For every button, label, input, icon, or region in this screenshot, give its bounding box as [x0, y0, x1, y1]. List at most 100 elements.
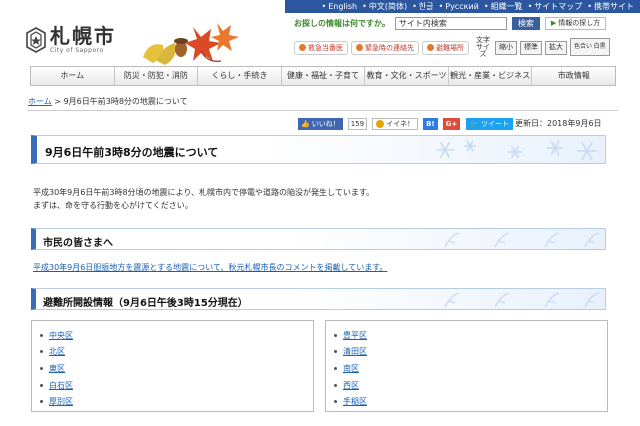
- lang-chinese-link[interactable]: 中文(简体): [362, 1, 407, 12]
- nav-living-procedures[interactable]: くらし・手続き: [198, 67, 282, 85]
- bullet-icon: [40, 400, 43, 404]
- arrow-right-icon: ▶: [550, 19, 557, 27]
- nav-health-welfare[interactable]: 健康・福祉・子育て: [282, 67, 366, 85]
- updated-date: 更新日：2018年9月6日: [515, 119, 602, 128]
- color-contrast-button[interactable]: 色合い 白黒: [570, 37, 610, 56]
- quick-buttons: 救急当番医 緊急時の連絡先 避難場所 文字サイズ 縮小 標準 拡大 色合い 白黒: [294, 37, 610, 58]
- nav-home[interactable]: ホーム: [31, 67, 115, 85]
- emergency-contact-button[interactable]: 緊急時の連絡先: [351, 40, 419, 55]
- emergency-doctor-button[interactable]: 救急当番医: [294, 40, 348, 55]
- intro-line-1: 平成30年9月6日午前3時8分頃の地震により、札幌市内で停電や道路の陥没が発生し…: [33, 188, 375, 197]
- nav-education-culture[interactable]: 教育・文化・スポーツ: [365, 67, 449, 85]
- site-header: 札幌市 City of Sapporo お探しの情報は何ですか。 サイト内検索 …: [0, 13, 640, 66]
- search-area: お探しの情報は何ですか。 サイト内検索 検索 ▶ 情報の探し方: [294, 17, 607, 30]
- nav-disaster-prevention[interactable]: 防災・防犯・消防: [115, 67, 199, 85]
- citizens-heading: 市民の皆さまへ: [43, 238, 113, 249]
- mixi-iine-button[interactable]: イイネ！: [372, 118, 419, 130]
- organization-list-link[interactable]: 組織一覧: [484, 1, 523, 12]
- text-shrink-button[interactable]: 縮小: [495, 40, 517, 55]
- list-item: 白石区: [40, 377, 73, 394]
- list-item: 中央区: [40, 327, 73, 344]
- list-item: 南区: [334, 360, 367, 377]
- language-bar: English 中文(简体) 한글 Русский 組織一覧 サイトマップ 携帯…: [0, 0, 640, 13]
- google-plus-button[interactable]: G+: [442, 118, 461, 130]
- mixi-iine-label: イイネ！: [386, 120, 415, 128]
- emergency-contact-icon: [356, 44, 363, 51]
- tweet-label: ツイート: [480, 120, 509, 128]
- sitemap-link[interactable]: サイトマップ: [528, 1, 582, 12]
- bullet-icon: [334, 383, 337, 387]
- language-links: English 中文(简体) 한글 Русский 組織一覧 サイトマップ 携帯…: [322, 1, 634, 12]
- bullet-icon: [40, 383, 43, 387]
- ward-link-shiroishi[interactable]: 白石区: [49, 380, 73, 391]
- emergency-doctor-icon: [299, 44, 306, 51]
- ward-link-atsubetsu[interactable]: 厚別区: [49, 396, 73, 407]
- autumn-leaves-icon: [143, 23, 239, 65]
- facebook-like-button[interactable]: 👍 いいね！: [298, 118, 343, 130]
- search-input[interactable]: サイト内検索: [394, 17, 507, 30]
- ward-link-minami[interactable]: 南区: [343, 363, 359, 374]
- text-standard-button[interactable]: 標準: [520, 40, 542, 55]
- text-enlarge-button[interactable]: 拡大: [545, 40, 567, 55]
- emergency-contact-label: 緊急時の連絡先: [365, 43, 414, 52]
- ward-link-higashi[interactable]: 東区: [49, 363, 65, 374]
- search-label: お探しの情報は何ですか。: [294, 19, 390, 28]
- search-button[interactable]: 検索: [511, 17, 540, 30]
- bullet-icon: [334, 333, 337, 337]
- global-nav: ホーム 防災・防犯・消防 くらし・手続き 健康・福祉・子育て 教育・文化・スポー…: [30, 66, 616, 86]
- thumbs-up-icon: 👍: [301, 120, 310, 128]
- bullet-icon: [40, 366, 43, 370]
- page-title-box: 9月6日午前3時8分の地震について: [31, 135, 606, 164]
- site-logo[interactable]: 札幌市 City of Sapporo: [26, 25, 116, 54]
- bullet-icon: [40, 350, 43, 354]
- search-help-link[interactable]: ▶ 情報の探し方: [544, 17, 607, 30]
- mobile-site-link[interactable]: 携帯サイト: [587, 1, 634, 12]
- intro-line-2: まずは、命を守る行動を心がけてください。: [33, 201, 193, 210]
- lang-english-link[interactable]: English: [322, 1, 357, 12]
- leaf-decoration-icon: [444, 292, 600, 308]
- list-item: 清田区: [334, 344, 367, 361]
- breadcrumb-current: 9月6日午前3時8分の地震について: [63, 97, 188, 106]
- bullet-icon: [334, 350, 337, 354]
- facebook-like-count: 159: [347, 118, 368, 130]
- shelter-list-left: 中央区 北区 東区 白石区 厚別区: [31, 320, 314, 412]
- facebook-like-label: いいね！: [311, 120, 340, 128]
- city-emblem-icon: [26, 26, 46, 53]
- nav-tourism-business[interactable]: 観光・産業・ビジネス: [449, 67, 533, 85]
- ward-link-kiyota[interactable]: 清田区: [343, 346, 367, 357]
- bullet-icon: [334, 366, 337, 370]
- twitter-bird-icon: 🐦: [470, 120, 479, 128]
- leaf-decoration-icon: [444, 232, 600, 248]
- list-item: 西区: [334, 377, 367, 394]
- ward-link-nishi[interactable]: 西区: [343, 380, 359, 391]
- shelters-heading: 避難所開設情報（9月6日午後3時15分現在）: [43, 298, 248, 309]
- ward-link-chuo[interactable]: 中央区: [49, 330, 73, 341]
- mayor-comment-link[interactable]: 平成30年9月6日胆振地方を震源とする地震について、秋元札幌市長のコメントを掲載…: [33, 262, 387, 273]
- page-title: 9月6日午前3時8分の地震について: [45, 146, 219, 159]
- evacuation-site-button[interactable]: 避難場所: [422, 40, 469, 55]
- ward-link-kita[interactable]: 北区: [49, 346, 65, 357]
- search-help-label: 情報の探し方: [558, 19, 601, 27]
- intro-text: 平成30年9月6日午前3時8分頃の地震により、札幌市内で停電や道路の陥没が発生し…: [33, 186, 374, 212]
- list-item: 豊平区: [334, 327, 367, 344]
- snowflake-decoration-icon: [436, 140, 597, 161]
- breadcrumb-home-link[interactable]: ホーム: [28, 97, 52, 106]
- lang-russian-link[interactable]: Русский: [439, 1, 479, 12]
- shelter-list-right: 豊平区 清田区 南区 西区 手稲区: [325, 320, 608, 412]
- ward-link-toyohira[interactable]: 豊平区: [343, 330, 367, 341]
- nav-city-administration[interactable]: 市政情報: [532, 67, 615, 85]
- shelters-heading-box: 避難所開設情報（9月6日午後3時15分現在）: [31, 288, 606, 310]
- evacuation-site-icon: [427, 44, 434, 51]
- hatena-bookmark-button[interactable]: B!: [423, 118, 438, 130]
- text-size-label: 文字サイズ: [476, 36, 490, 58]
- breadcrumb-separator: >: [51, 97, 64, 106]
- logo-name: 札幌市: [50, 24, 116, 48]
- list-item: 東区: [40, 360, 73, 377]
- list-item: 厚別区: [40, 393, 73, 410]
- tweet-button[interactable]: 🐦 ツイート: [466, 118, 513, 130]
- ward-link-teine[interactable]: 手稲区: [343, 396, 367, 407]
- emergency-doctor-label: 救急当番医: [308, 43, 343, 52]
- list-item: 北区: [40, 344, 73, 361]
- social-buttons: 👍 いいね！ 159 イイネ！ B! G+: [298, 118, 461, 130]
- lang-korean-link[interactable]: 한글: [412, 1, 434, 12]
